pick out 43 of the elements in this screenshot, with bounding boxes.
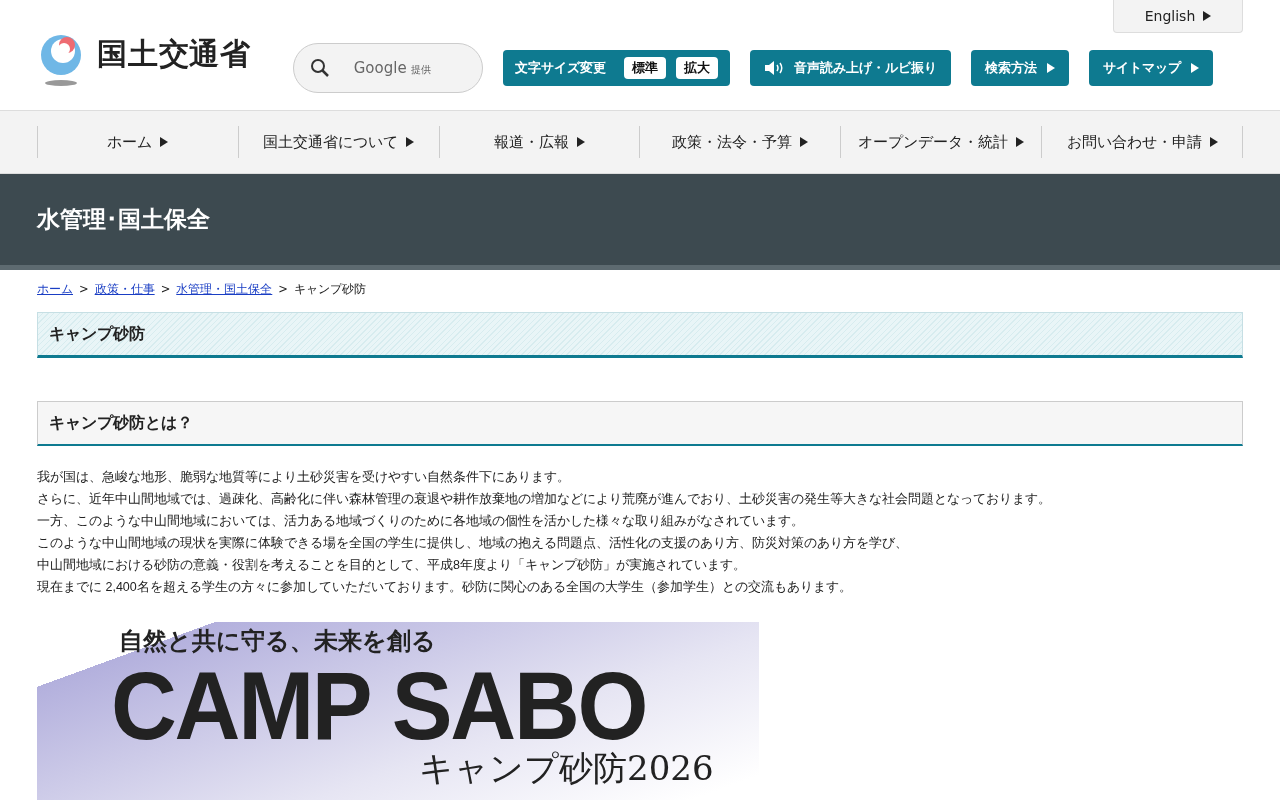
page-heading: キャンプ砂防: [37, 312, 1243, 358]
body-text: 中山間地域における砂防の意義・役割を考えることを目的として、平成8年度より「キャンプ砂防」が実施されています。: [37, 557, 746, 574]
font-size-label: 文字サイズ変更: [514, 59, 606, 78]
triangle-icon: [800, 137, 809, 147]
body-text: 我が国は、急峻な地形、脆弱な地質等により土砂災害を受けやすい自然条件下にあります。: [37, 469, 570, 486]
breadcrumb-separator: >: [160, 281, 171, 299]
triangle-icon: [1209, 137, 1218, 147]
breadcrumb-link[interactable]: ホーム: [37, 281, 73, 299]
font-size-option[interactable]: 拡大: [675, 57, 718, 79]
breadcrumb-current: キャンプ砂防: [293, 281, 366, 299]
triangle-icon: [1016, 137, 1025, 147]
nav-item[interactable]: 政策・法令・予算: [639, 126, 841, 158]
speaker-icon: [763, 60, 784, 76]
triangle-icon: [1203, 11, 1212, 21]
body-text: さらに、近年中山間地域では、過疎化、高齢化に伴い森林管理の衰退や耕作放棄地の増加などにより荒廃が進んでおり、土砂災害の発生等大きな社会問題となっております。: [37, 491, 1051, 508]
triangle-icon: [406, 137, 415, 147]
menu-button[interactable]: サイトマップ: [1088, 50, 1213, 86]
nav-item[interactable]: 報道・広報: [438, 126, 640, 158]
nav-item[interactable]: お問い合わせ・申請: [1041, 126, 1243, 158]
font-size-option[interactable]: 標準: [623, 57, 666, 79]
body-text: 現在までに 2,400名を超える学生の方々に参加していただいております。砂防に関心のある全国の大学生（参加学生）との交流もあります。: [37, 579, 852, 596]
read-aloud-button[interactable]: 音声読み上げ・ルビ振り: [749, 50, 951, 86]
triangle-icon: [577, 137, 586, 147]
section-title: 水管理･国土保全: [37, 205, 210, 235]
nav-item[interactable]: ホーム: [37, 126, 238, 158]
triangle-icon: [1190, 63, 1199, 73]
body-text: このような中山間地域の現状を実際に体験できる場を全国の学生に提供し、地域の抱える問題点、活性化の支援のあり方、防災対策のあり方を学び、: [37, 535, 908, 552]
search-icon: [309, 58, 330, 78]
nav-item[interactable]: オープンデータ・統計: [840, 126, 1042, 158]
nav-item[interactable]: 国土交通省について: [237, 126, 439, 158]
subheading: キャンプ砂防とは？: [37, 401, 1243, 446]
search-field[interactable]: Google 提供: [292, 43, 483, 93]
poster-tagline: 自然と共に守る、未来を創る: [119, 626, 436, 656]
logo-text: 国土交通省: [97, 39, 251, 69]
menu-button[interactable]: 検索方法: [970, 50, 1069, 86]
breadcrumb-link[interactable]: 政策・仕事: [94, 281, 155, 299]
breadcrumb-separator: >: [278, 281, 288, 299]
body-text: 一方、このような中山間地域においては、活力ある地域づくりのために各地域の個性を活かした様々な取り組みがなされています。: [37, 513, 804, 530]
triangle-icon: [160, 137, 169, 147]
english-link[interactable]: English: [1113, 0, 1243, 33]
triangle-icon: [1046, 63, 1055, 73]
breadcrumb-link[interactable]: 水管理・国土保全: [176, 281, 273, 299]
breadcrumb-separator: >: [79, 281, 89, 299]
